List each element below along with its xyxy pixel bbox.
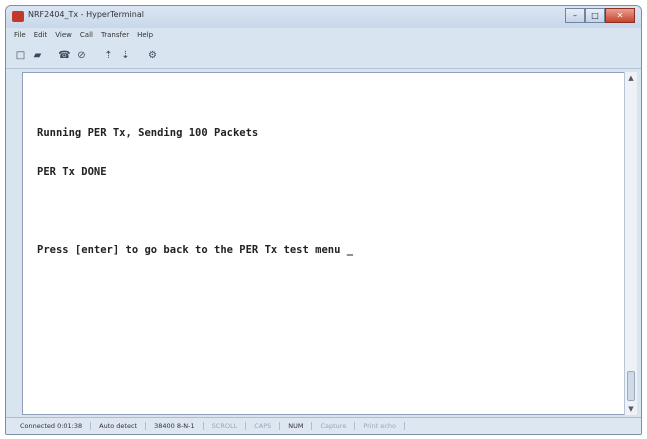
menu-help[interactable]: Help (137, 31, 153, 39)
status-num: NUM (280, 422, 313, 430)
menu-transfer[interactable]: Transfer (101, 31, 129, 39)
menu-call[interactable]: Call (80, 31, 93, 39)
terminal-output: Running PER Tx, Sending 100 Packets PER … (37, 101, 353, 283)
status-settings: 38400 8-N-1 (146, 422, 204, 430)
status-scroll: SCROLL (204, 422, 247, 430)
status-bar: Connected 0:01:38 Auto detect 38400 8-N-… (6, 417, 641, 434)
menu-file[interactable]: File (14, 31, 26, 39)
menu-edit[interactable]: Edit (34, 31, 48, 39)
status-print-echo: Print echo (355, 422, 406, 430)
terminal-line: PER Tx DONE (37, 166, 107, 178)
title-bar[interactable]: NRF2404_Tx - HyperTerminal – □ ✕ (6, 6, 641, 28)
dial-icon[interactable]: ☎ (58, 49, 71, 62)
menu-bar: File Edit View Call Transfer Help (6, 28, 641, 41)
properties-icon[interactable]: ⚙ (146, 49, 159, 62)
hyperterminal-window: NRF2404_Tx - HyperTerminal – □ ✕ File Ed… (5, 5, 642, 435)
terminal-line: Running PER Tx, Sending 100 Packets (37, 127, 259, 139)
vertical-scrollbar[interactable]: ▲ ▼ (624, 72, 637, 415)
scroll-up-icon[interactable]: ▲ (625, 72, 637, 84)
window-controls: – □ ✕ (565, 8, 635, 23)
open-icon[interactable]: ▰ (31, 49, 44, 62)
menu-view[interactable]: View (55, 31, 72, 39)
close-button[interactable]: ✕ (605, 8, 635, 23)
disconnect-icon[interactable]: ⊘ (75, 49, 88, 62)
status-capture: Capture (312, 422, 356, 430)
scroll-thumb[interactable] (627, 371, 635, 401)
terminal-screen[interactable]: Running PER Tx, Sending 100 Packets PER … (22, 72, 627, 415)
app-icon (12, 11, 24, 22)
status-connected: Connected 0:01:38 (12, 422, 92, 430)
status-detect: Auto detect (91, 422, 147, 430)
status-caps: CAPS (246, 422, 281, 430)
scroll-down-icon[interactable]: ▼ (625, 403, 637, 415)
receive-icon[interactable]: ⇣ (119, 49, 132, 62)
minimize-button[interactable]: – (565, 8, 585, 23)
new-connection-icon[interactable]: □ (14, 49, 27, 62)
window-title: NRF2404_Tx - HyperTerminal (28, 10, 144, 19)
send-icon[interactable]: ⇡ (102, 49, 115, 62)
terminal-line: Press [enter] to go back to the PER Tx t… (37, 244, 354, 256)
maximize-button[interactable]: □ (585, 8, 605, 23)
toolbar: □ ▰ ☎ ⊘ ⇡ ⇣ ⚙ (6, 42, 641, 69)
